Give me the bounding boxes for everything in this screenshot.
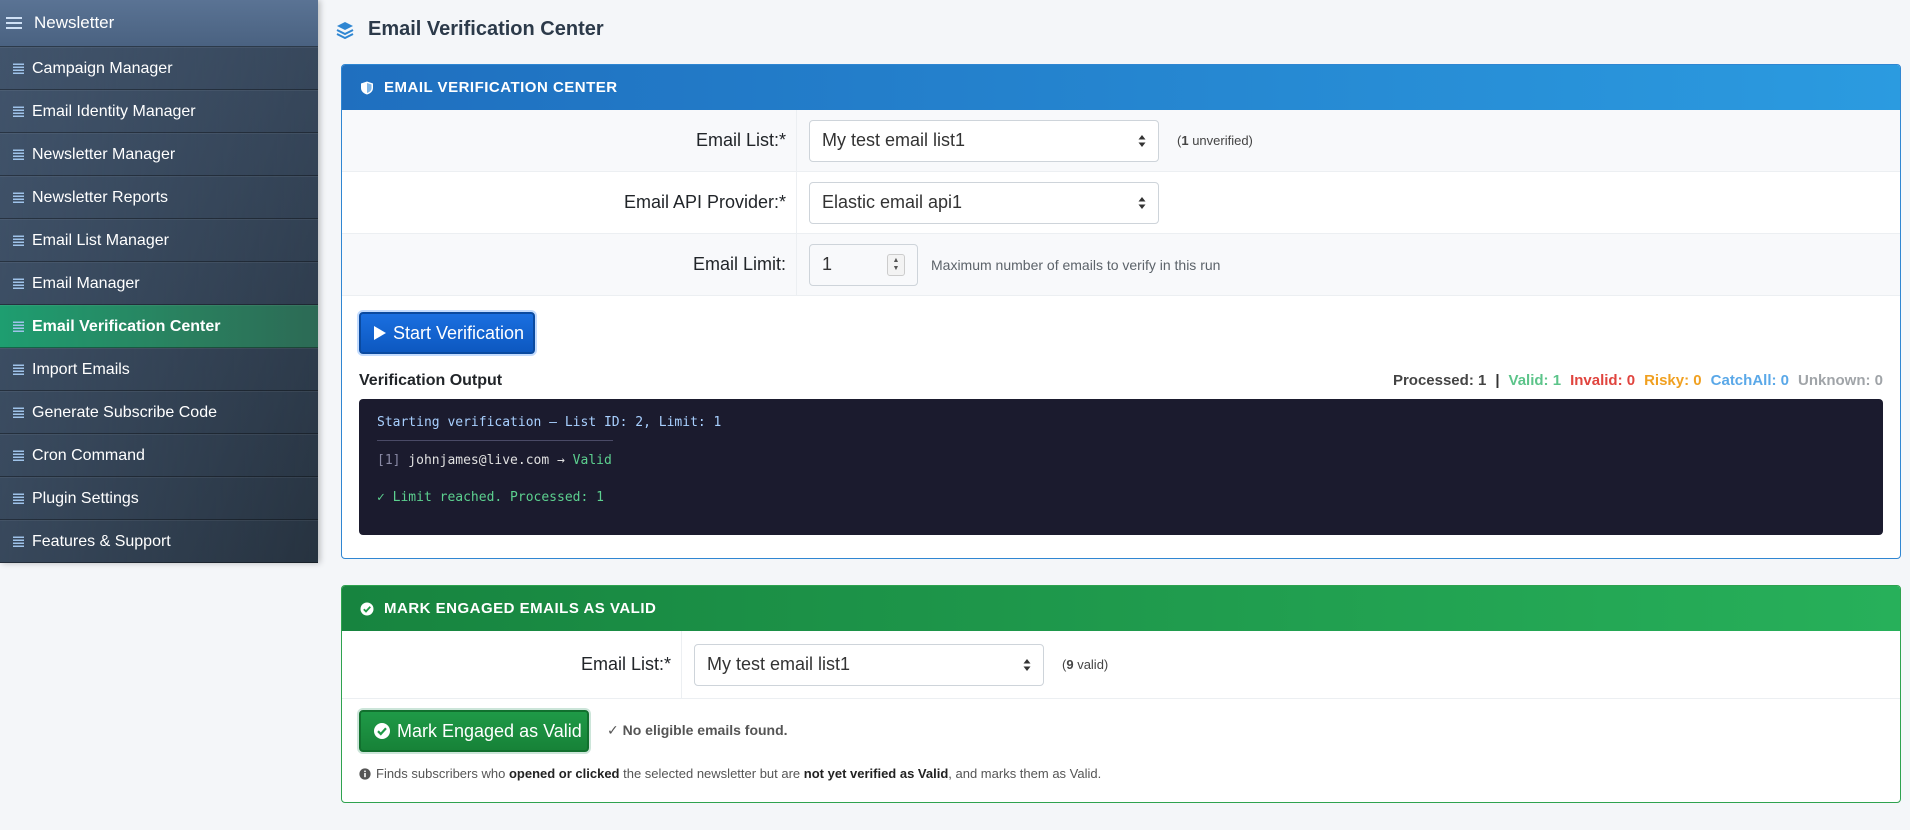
mark-engaged-button[interactable]: Mark Engaged as Valid: [359, 710, 589, 752]
start-verification-button[interactable]: Start Verification: [359, 312, 535, 354]
unverified-count-hint: (1 unverified): [1177, 133, 1253, 148]
sidebar-item-label: Features & Support: [32, 532, 171, 550]
list-icon: [13, 235, 24, 246]
api-provider-row: Email API Provider:* Elastic email api1: [342, 172, 1900, 234]
stat-catchall: CatchAll: 0: [1710, 372, 1789, 389]
list-icon: [13, 536, 24, 547]
sidebar-item-import-emails[interactable]: Import Emails: [0, 348, 318, 391]
mark-engaged-label: Mark Engaged as Valid: [397, 720, 582, 741]
list-icon: [13, 106, 24, 117]
mark-engaged-card-header: MARK ENGAGED EMAILS AS VALID: [342, 586, 1900, 631]
email-limit-row: Email Limit: 1 ▲ ▼ Maximum number of emai…: [342, 234, 1900, 296]
select-arrows-icon: [1023, 658, 1031, 671]
verification-output-console: Starting verification — List ID: 2, Limi…: [359, 399, 1883, 535]
sidebar: Newsletter Campaign Manager Email Identit…: [0, 0, 318, 563]
list-icon: [13, 493, 24, 504]
select-arrows-icon: [1138, 134, 1146, 147]
console-result-line: [1] johnjames@live.com → Valid: [377, 453, 612, 468]
info-icon: [359, 767, 371, 780]
engaged-email-list-label: Email List:*: [342, 631, 682, 698]
sidebar-item-label: Newsletter Manager: [32, 145, 176, 163]
api-provider-select[interactable]: Elastic email api1: [809, 181, 1159, 224]
engaged-email-list-row: Email List:* My test email list1 (9 vali…: [342, 631, 1900, 699]
list-icon: [13, 149, 24, 160]
email-list-selected-value: My test email list1: [822, 130, 966, 150]
main-content: Email Verification Center EMAIL VERIFICA…: [318, 0, 1910, 830]
email-list-row: Email List:* My test email list1 (1 unve…: [342, 110, 1900, 172]
page-title: Email Verification Center: [368, 18, 604, 40]
sidebar-item-label: Newsletter Reports: [32, 188, 169, 206]
sidebar-item-label: Cron Command: [32, 446, 145, 464]
list-icon: [13, 450, 24, 461]
sidebar-item-generate-subscribe-code[interactable]: Generate Subscribe Code: [0, 391, 318, 434]
shield-icon: [361, 81, 373, 94]
layers-icon: [336, 21, 354, 39]
sidebar-item-plugin-settings[interactable]: Plugin Settings: [0, 477, 318, 520]
email-list-label: Email List:*: [342, 110, 797, 171]
verification-card-title: EMAIL VERIFICATION CENTER: [384, 79, 618, 96]
sidebar-item-email-manager[interactable]: Email Manager: [0, 262, 318, 305]
console-limit-line: ✓ Limit reached. Processed: 1: [377, 490, 604, 505]
mark-engaged-result: ✓ No eligible emails found.: [607, 722, 788, 738]
stat-processed: Processed: 1: [1392, 372, 1487, 389]
sidebar-item-label: Campaign Manager: [32, 59, 173, 77]
mark-engaged-note: Finds subscribers who opened or clicked …: [359, 766, 1101, 781]
sidebar-item-label: Email Manager: [32, 274, 140, 292]
stat-unknown: Unknown: 0: [1798, 372, 1883, 389]
console-start-line: Starting verification — List ID: 2, Limi…: [377, 415, 722, 430]
sidebar-item-email-list-manager[interactable]: Email List Manager: [0, 219, 318, 262]
verification-card: EMAIL VERIFICATION CENTER Email List:* M…: [341, 64, 1901, 559]
stat-valid: Valid: 1: [1508, 372, 1562, 389]
sidebar-item-campaign-manager[interactable]: Campaign Manager: [0, 47, 318, 90]
start-verification-label: Start Verification: [393, 322, 525, 343]
mark-engaged-card-title: MARK ENGAGED EMAILS AS VALID: [384, 600, 657, 617]
list-icon: [13, 407, 24, 418]
mark-engaged-card: MARK ENGAGED EMAILS AS VALID Email List:…: [341, 585, 1901, 803]
stat-invalid: Invalid: 0: [1570, 372, 1636, 389]
email-limit-input[interactable]: 1 ▲ ▼: [809, 243, 918, 286]
api-provider-selected-value: Elastic email api1: [822, 192, 963, 212]
email-limit-value: 1: [822, 254, 833, 274]
stat-separator: |: [1495, 372, 1500, 389]
email-limit-label: Email Limit:: [342, 234, 797, 295]
sidebar-title: Newsletter: [34, 13, 115, 32]
page-header: Email Verification Center: [336, 18, 604, 41]
check-circle-icon: [360, 602, 374, 615]
sidebar-item-label: Email Verification Center: [32, 317, 221, 335]
check-circle-icon: [374, 723, 390, 739]
sidebar-item-features-support[interactable]: Features & Support: [0, 520, 318, 563]
verification-card-header: EMAIL VERIFICATION CENTER: [342, 65, 1900, 110]
sidebar-item-label: Email Identity Manager: [32, 102, 196, 120]
play-icon: [374, 326, 386, 340]
sidebar-item-label: Import Emails: [32, 360, 130, 378]
verification-stats: Processed: 1 | Valid: 1 Invalid: 0 Risky…: [1393, 372, 1883, 389]
sidebar-menu: Campaign Manager Email Identity Manager Ne…: [0, 47, 318, 563]
sidebar-item-cron-command[interactable]: Cron Command: [0, 434, 318, 477]
sidebar-header[interactable]: Newsletter: [0, 0, 318, 47]
sidebar-item-label: Email List Manager: [32, 231, 169, 249]
email-limit-hint: Maximum number of emails to verify in th…: [931, 256, 1221, 273]
valid-count-hint: (9 valid): [1062, 657, 1109, 672]
api-provider-label: Email API Provider:*: [342, 172, 797, 233]
hamburger-menu-icon[interactable]: [6, 16, 22, 30]
console-divider: [377, 440, 613, 441]
list-icon: [13, 321, 24, 332]
email-list-select[interactable]: My test email list1: [809, 119, 1159, 162]
stat-risky: Risky: 0: [1644, 372, 1702, 389]
list-icon: [13, 63, 24, 74]
list-icon: [13, 278, 24, 289]
list-icon: [13, 364, 24, 375]
number-spinner[interactable]: ▲ ▼: [887, 253, 905, 276]
sidebar-item-email-identity-manager[interactable]: Email Identity Manager: [0, 90, 318, 133]
sidebar-item-email-verification-center[interactable]: Email Verification Center: [0, 305, 318, 348]
list-icon: [13, 192, 24, 203]
engaged-email-list-select[interactable]: My test email list1: [694, 643, 1044, 686]
engaged-email-list-selected-value: My test email list1: [707, 654, 851, 674]
verification-output-title: Verification Output: [359, 372, 503, 389]
sidebar-item-label: Generate Subscribe Code: [32, 403, 217, 421]
select-arrows-icon: [1138, 196, 1146, 209]
sidebar-item-label: Plugin Settings: [32, 489, 139, 507]
sidebar-item-newsletter-reports[interactable]: Newsletter Reports: [0, 176, 318, 219]
sidebar-item-newsletter-manager[interactable]: Newsletter Manager: [0, 133, 318, 176]
